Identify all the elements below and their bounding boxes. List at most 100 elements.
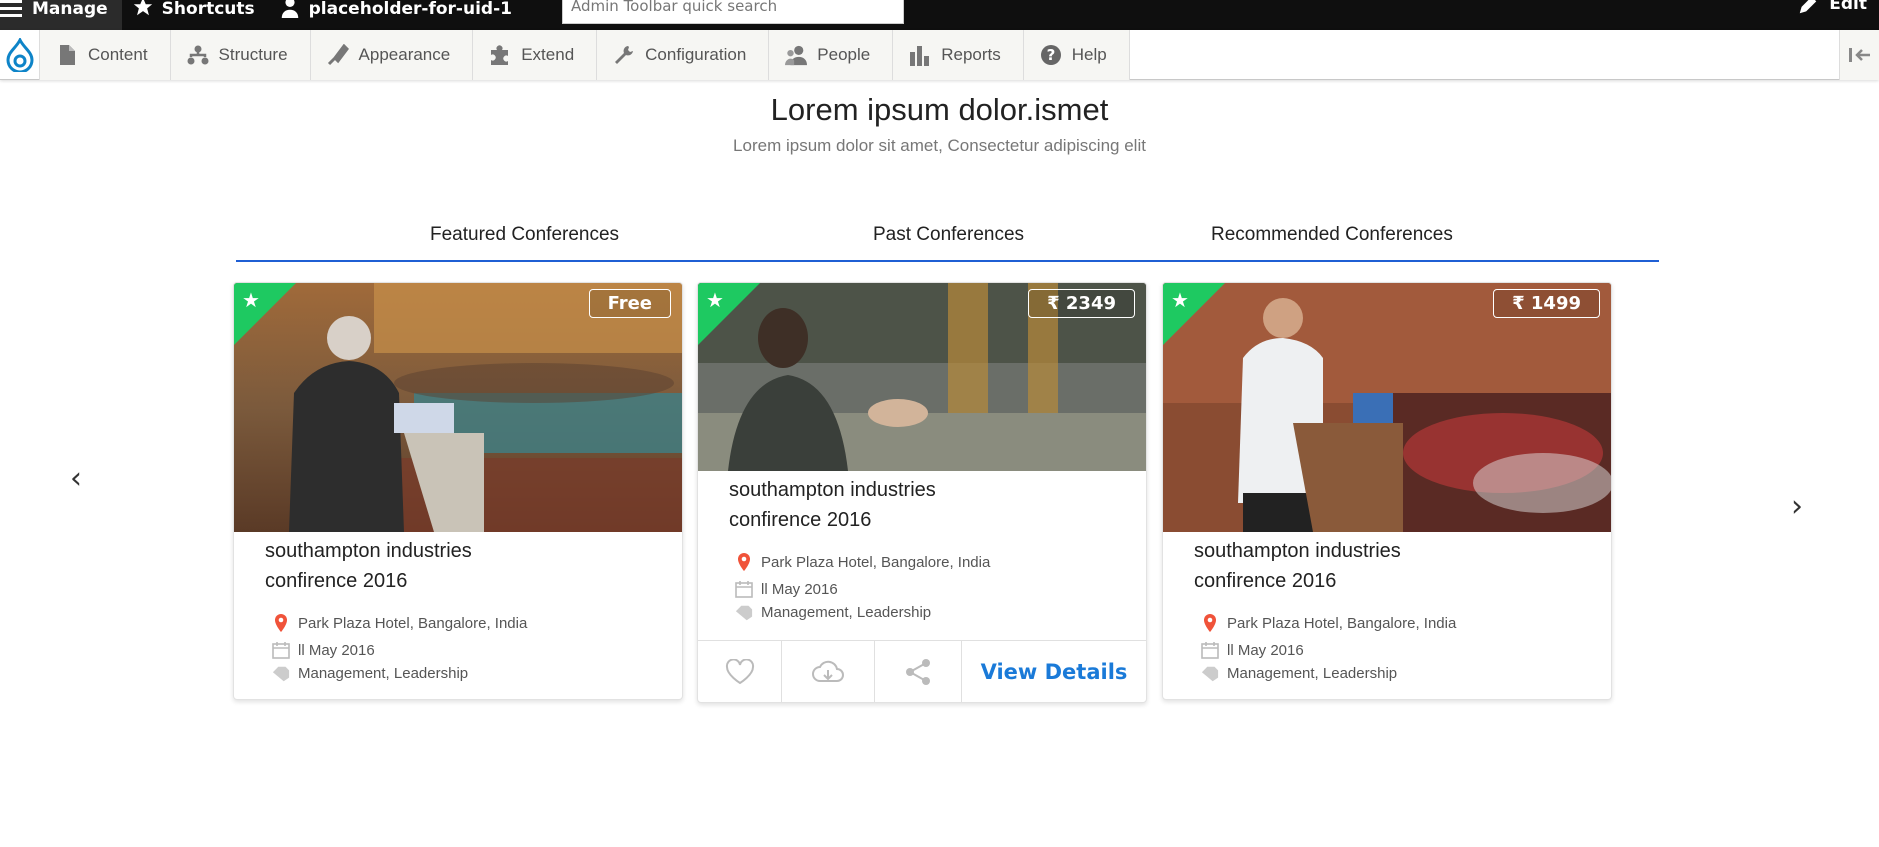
tags-text: Management, Leadership: [761, 604, 932, 621]
price-badge: ₹ 2349: [1028, 289, 1135, 318]
toolbar-item-appearance[interactable]: Appearance: [310, 30, 474, 80]
toolbar-item-label: People: [817, 45, 871, 64]
conference-title[interactable]: southampton industries confirence 2016: [729, 475, 989, 535]
location-pin-icon: [1201, 614, 1219, 632]
admin-search-input[interactable]: Admin Toolbar quick search: [562, 0, 904, 24]
tags-row: Management, Leadership: [735, 604, 931, 621]
star-icon: [132, 0, 154, 23]
star-icon: ★: [1171, 290, 1189, 312]
location-row: Park Plaza Hotel, Bangalore, India: [735, 553, 990, 571]
conference-card[interactable]: ★ ₹ 1499 southampton industries confiren…: [1162, 282, 1612, 700]
page-icon: [56, 44, 78, 66]
card-actions: View Details: [698, 640, 1146, 702]
svg-text:?: ?: [1046, 46, 1055, 64]
edit-button[interactable]: Edit: [1797, 0, 1867, 30]
date-row: ll May 2016: [1201, 641, 1304, 659]
conference-title-line1: southampton industries: [265, 540, 472, 562]
hamburger-icon: [0, 0, 24, 22]
shortcuts-menu[interactable]: Shortcuts: [122, 0, 269, 30]
conference-title[interactable]: southampton industries confirence 2016: [1194, 536, 1454, 596]
conference-photo: [234, 283, 682, 532]
conference-title-line2: confirence 2016: [729, 509, 872, 531]
conference-photo: [1163, 283, 1611, 532]
page-subtitle: Lorem ipsum dolor sit amet, Consectetur …: [733, 136, 1146, 155]
conference-title-line2: confirence 2016: [265, 570, 408, 592]
people-icon: [785, 44, 808, 66]
toolbar-item-help[interactable]: ? Help: [1023, 30, 1130, 80]
conference-tabs: Featured Conferences Past Conferences Re…: [236, 220, 1659, 262]
puzzle-icon: [489, 44, 511, 66]
download-button[interactable]: [782, 641, 875, 702]
toolbar-item-content[interactable]: Content: [40, 30, 171, 80]
toolbar-item-extend[interactable]: Extend: [473, 30, 598, 80]
toolbar-item-label: Extend: [521, 45, 575, 64]
tags-row: Management, Leadership: [1201, 665, 1397, 682]
location-row: Park Plaza Hotel, Bangalore, India: [272, 614, 527, 632]
view-details-button[interactable]: View Details: [962, 641, 1146, 702]
location-text: Park Plaza Hotel, Bangalore, India: [1227, 614, 1457, 632]
date-row: ll May 2016: [272, 641, 375, 659]
tab-recommended-conferences[interactable]: Recommended Conferences: [1211, 224, 1453, 246]
manage-menu[interactable]: Manage: [0, 0, 122, 30]
help-icon: ?: [1040, 44, 1062, 66]
date-text: ll May 2016: [761, 580, 838, 598]
admin-menu-tray: Content Structure Appearance Extend Conf…: [0, 30, 1879, 80]
page-title: Lorem ipsum dolor.ismet: [770, 92, 1109, 127]
toolbar-item-label: Reports: [941, 45, 1001, 64]
location-row: Park Plaza Hotel, Bangalore, India: [1201, 614, 1456, 632]
toolbar-item-label: Structure: [218, 45, 288, 64]
tab-past-conferences[interactable]: Past Conferences: [873, 224, 1024, 246]
conference-title-line1: southampton industries: [729, 479, 936, 501]
toolbar-item-structure[interactable]: Structure: [170, 30, 311, 80]
collapse-arrow-icon: [1848, 48, 1870, 62]
shortcuts-label: Shortcuts: [161, 0, 255, 19]
location-pin-icon: [735, 553, 753, 571]
favorite-button[interactable]: [698, 641, 782, 702]
share-button[interactable]: [875, 641, 962, 702]
toolbar-orientation-toggle[interactable]: [1839, 30, 1879, 80]
toolbar-item-label: Configuration: [645, 45, 747, 64]
toolbar-item-configuration[interactable]: Configuration: [597, 30, 770, 80]
manage-label: Manage: [32, 0, 108, 19]
toolbar-item-people[interactable]: People: [769, 30, 894, 80]
toolbar-item-label: Appearance: [358, 45, 451, 64]
admin-toolbar: Manage Shortcuts placeholder-for-uid-1 A…: [0, 0, 1879, 30]
pencil-icon: [1797, 0, 1819, 21]
brush-icon: [327, 44, 349, 66]
carousel-next-button[interactable]: ›: [1791, 492, 1803, 522]
user-icon: [279, 0, 301, 23]
toolbar-spacer: [1129, 30, 1839, 79]
heart-icon: [725, 659, 754, 685]
calendar-icon: [735, 580, 753, 598]
star-icon: ★: [242, 290, 260, 312]
user-label: placeholder-for-uid-1: [308, 0, 512, 19]
conference-card[interactable]: ★ ₹ 2349 southampton industries confiren…: [697, 282, 1147, 703]
bar-chart-icon: [909, 44, 931, 66]
drupal-home-link[interactable]: [0, 30, 40, 80]
location-text: Park Plaza Hotel, Bangalore, India: [298, 614, 528, 632]
tab-featured-conferences[interactable]: Featured Conferences: [430, 224, 619, 246]
tag-icon: [272, 666, 290, 682]
hierarchy-icon: [187, 44, 209, 66]
edit-label: Edit: [1829, 0, 1867, 14]
conference-title[interactable]: southampton industries confirence 2016: [265, 536, 525, 596]
price-badge: ₹ 1499: [1493, 289, 1600, 318]
star-icon: ★: [706, 290, 724, 312]
tag-icon: [1201, 666, 1219, 682]
wrench-icon: [613, 44, 635, 66]
conference-card[interactable]: ★ Free southampton industries confirence…: [233, 282, 683, 700]
carousel-prev-button[interactable]: ‹: [70, 464, 82, 494]
tags-row: Management, Leadership: [272, 665, 468, 682]
user-menu[interactable]: placeholder-for-uid-1: [269, 0, 526, 30]
conference-title-line1: southampton industries: [1194, 540, 1401, 562]
location-pin-icon: [272, 614, 290, 632]
location-text: Park Plaza Hotel, Bangalore, India: [761, 553, 991, 571]
toolbar-item-label: Help: [1071, 45, 1107, 64]
price-badge: Free: [588, 289, 671, 318]
tags-text: Management, Leadership: [1227, 665, 1398, 682]
tag-icon: [735, 605, 753, 621]
share-icon: [906, 659, 930, 685]
date-text: ll May 2016: [298, 641, 375, 659]
toolbar-item-reports[interactable]: Reports: [893, 30, 1024, 80]
calendar-icon: [272, 641, 290, 659]
